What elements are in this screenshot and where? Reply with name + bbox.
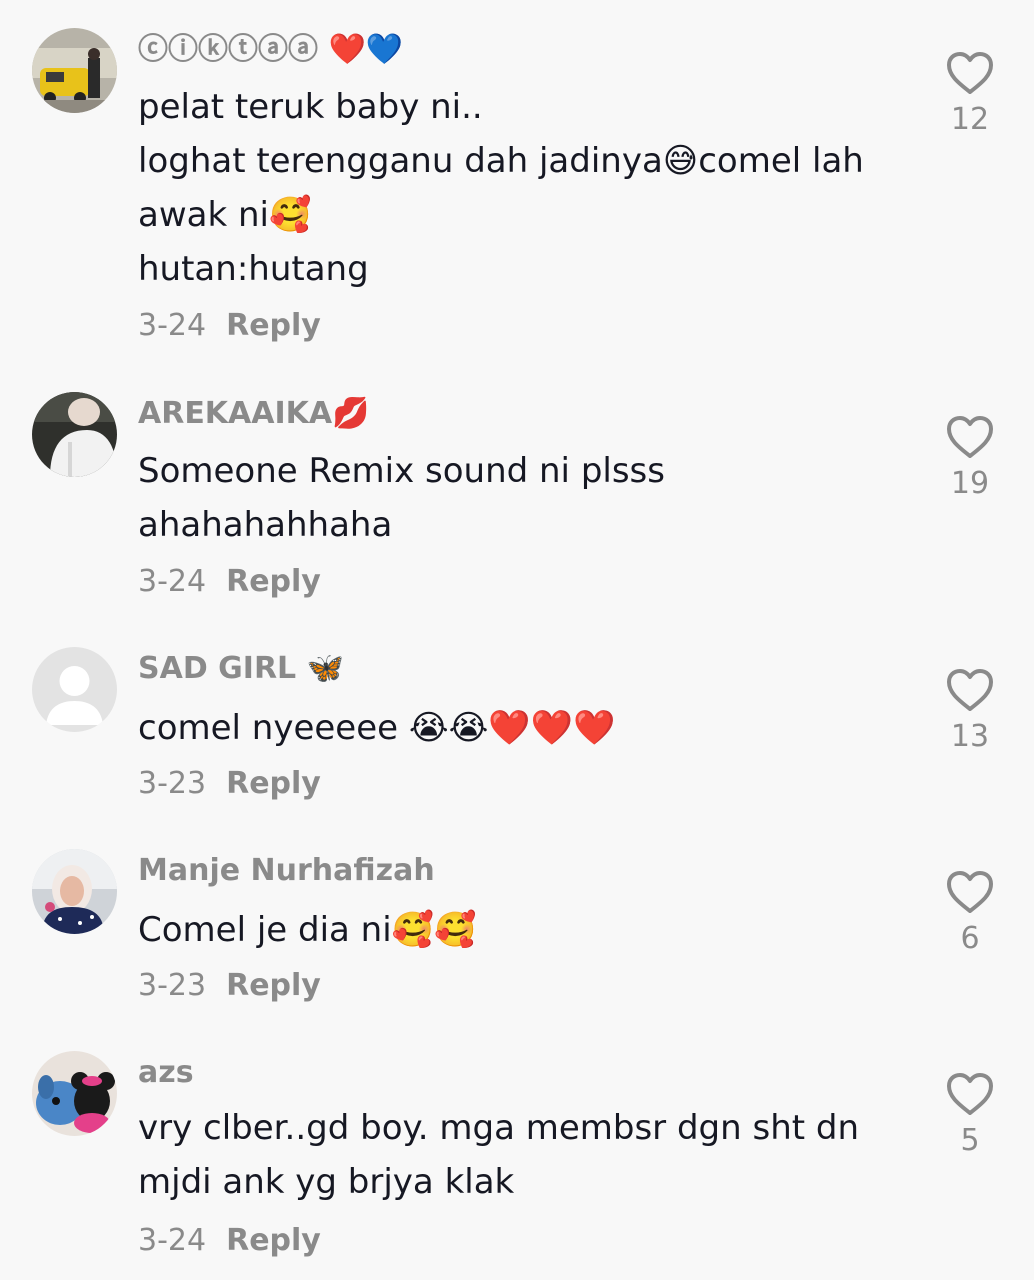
user-avatar[interactable]	[32, 1051, 117, 1136]
comment-meta: 3-24 Reply	[138, 1221, 321, 1261]
user-avatar[interactable]	[32, 28, 117, 113]
comment-text-line: Comel je dia ni🥰🥰	[138, 910, 477, 950]
comment-text-line: Someone Remix sound ni plsss	[138, 451, 665, 491]
comment-meta: 3-23 Reply	[138, 966, 321, 1006]
comment-date: 3-24	[138, 308, 207, 343]
avatar-photo-white-shirt-icon	[32, 392, 117, 477]
comment-text: vry clber..gd boy. mga membsr dgn sht dn…	[138, 1101, 898, 1209]
reply-button[interactable]: Reply	[226, 564, 321, 599]
comment-text-line: hutan:hutang	[138, 249, 369, 289]
comment-text-line: ahahahahhaha	[138, 505, 393, 545]
user-avatar[interactable]	[32, 392, 117, 477]
heart-outline-icon	[947, 1073, 993, 1115]
comment-username[interactable]: Manje Nurhafizah	[138, 849, 435, 893]
comment-text-line: pelat teruk baby ni..	[138, 87, 483, 127]
comment-meta: 3-24 Reply	[138, 306, 321, 346]
like-count: 19	[950, 466, 990, 501]
like-button[interactable]: 13	[940, 667, 1000, 755]
comment-text-line: comel nyeeeee 😭😭❤️❤️❤️	[138, 708, 616, 748]
like-button[interactable]: 12	[940, 50, 1000, 138]
comment-meta: 3-24 Reply	[138, 562, 321, 602]
comment-text: Comel je dia ni🥰🥰	[138, 903, 898, 957]
like-button[interactable]: 6	[940, 869, 1000, 957]
like-count: 6	[960, 921, 980, 956]
comment-text-line: loghat terengganu dah jadinya😅comel lah	[138, 141, 864, 181]
like-button[interactable]: 19	[940, 414, 1000, 502]
default-avatar-icon	[32, 647, 117, 732]
heart-outline-icon	[947, 52, 993, 94]
reply-button[interactable]: Reply	[226, 1223, 321, 1258]
avatar-photo-hijab-icon	[32, 849, 117, 934]
comment-username[interactable]: ⓒⓘⓚⓣⓐⓐ ❤️💙	[138, 28, 403, 72]
comment-text: pelat teruk baby ni.. loghat terengganu …	[138, 80, 898, 296]
comment-text: comel nyeeeee 😭😭❤️❤️❤️	[138, 701, 898, 755]
comment-date: 3-24	[138, 1223, 207, 1258]
comment-username[interactable]: SAD GIRL 🦋	[138, 647, 344, 691]
heart-outline-icon	[947, 669, 993, 711]
comment-text: Someone Remix sound ni plsss ahahahahhah…	[138, 444, 898, 552]
heart-outline-icon	[947, 416, 993, 458]
comment-date: 3-23	[138, 968, 207, 1003]
reply-button[interactable]: Reply	[226, 766, 321, 801]
like-count: 5	[960, 1123, 980, 1158]
heart-outline-icon	[947, 871, 993, 913]
like-count: 12	[950, 102, 990, 137]
user-avatar[interactable]	[32, 647, 117, 732]
comment-text-line: vry clber..gd boy. mga membsr dgn sht dn	[138, 1108, 860, 1148]
reply-button[interactable]: Reply	[226, 968, 321, 1003]
comment-date: 3-24	[138, 564, 207, 599]
user-avatar[interactable]	[32, 849, 117, 934]
comment-date: 3-23	[138, 766, 207, 801]
comment-text-line: awak ni🥰	[138, 195, 312, 235]
comment-username[interactable]: AREKAAIKA💋	[138, 392, 369, 436]
comment-text-line: mjdi ank yg brjya klak	[138, 1162, 515, 1202]
comment-meta: 3-23 Reply	[138, 764, 321, 804]
avatar-photo-yellow-car-icon	[32, 28, 117, 113]
comment-username[interactable]: azs	[138, 1051, 194, 1095]
like-button[interactable]: 5	[940, 1071, 1000, 1159]
comment-list: ⓒⓘⓚⓣⓐⓐ ❤️💙 pelat teruk baby ni.. loghat …	[0, 0, 1034, 1280]
avatar-photo-plush-toys-icon	[32, 1051, 117, 1136]
like-count: 13	[950, 719, 990, 754]
reply-button[interactable]: Reply	[226, 308, 321, 343]
